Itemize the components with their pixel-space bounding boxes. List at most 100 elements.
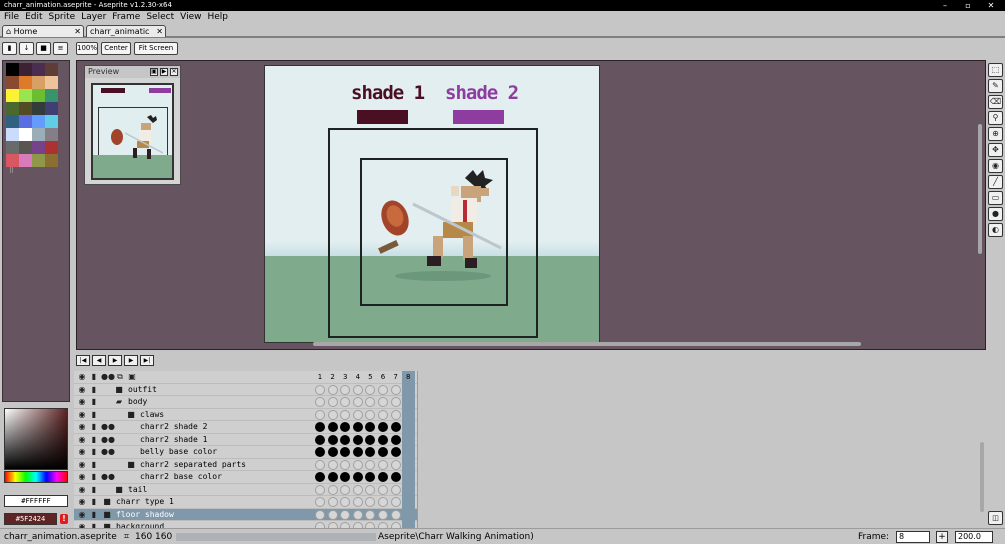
play-icon[interactable]: ▶ bbox=[108, 355, 122, 366]
cel[interactable] bbox=[352, 497, 363, 507]
folder-icon[interactable]: ■ bbox=[114, 485, 124, 495]
cel[interactable] bbox=[340, 397, 351, 407]
cel[interactable] bbox=[340, 384, 351, 395]
layer-row[interactable]: ◉ ▮ ●● belly base color bbox=[74, 446, 417, 459]
cel[interactable] bbox=[365, 422, 376, 432]
cel[interactable] bbox=[365, 447, 376, 457]
continuous-icon[interactable]: ●● bbox=[101, 435, 115, 445]
frame-number[interactable]: 3 bbox=[339, 371, 351, 383]
folder-icon[interactable]: ■ bbox=[114, 385, 124, 395]
minimize-button[interactable]: – bbox=[934, 0, 956, 11]
cel[interactable] bbox=[315, 472, 325, 482]
palette-swatch[interactable] bbox=[19, 102, 32, 115]
eye-icon[interactable]: ◉ bbox=[77, 460, 87, 470]
layer-row[interactable]: ◉ ▮ ■ tail bbox=[74, 483, 417, 496]
palette-swatch[interactable] bbox=[6, 115, 19, 128]
vertical-scrollbar[interactable] bbox=[978, 124, 982, 254]
cel[interactable] bbox=[327, 472, 338, 482]
padlock-icon[interactable]: ▮ bbox=[89, 422, 99, 432]
palette-swatch[interactable] bbox=[45, 154, 58, 167]
frame-number[interactable]: 7 bbox=[390, 371, 402, 383]
maximize-button[interactable]: ▫ bbox=[957, 0, 979, 11]
continuous-icon[interactable]: ●● bbox=[101, 422, 115, 432]
padlock-icon[interactable]: ▮ bbox=[89, 472, 99, 482]
padlock-icon[interactable]: ▮ bbox=[89, 497, 99, 507]
continuous-icon[interactable]: ●● bbox=[101, 447, 115, 457]
palette-swatch[interactable] bbox=[32, 63, 45, 76]
palette-swatch[interactable] bbox=[19, 115, 32, 128]
cel[interactable] bbox=[352, 447, 363, 457]
padlock-icon[interactable]: ▮ bbox=[89, 447, 99, 457]
layer-row[interactable]: ◉ ▮ ●● charr2 shade 1 bbox=[74, 433, 417, 446]
cel[interactable] bbox=[340, 472, 351, 482]
cel[interactable] bbox=[352, 409, 363, 420]
sprite-editor[interactable]: shade 1 shade 2 bbox=[76, 60, 986, 350]
cel[interactable] bbox=[390, 509, 401, 520]
palette-swatch[interactable] bbox=[32, 76, 45, 89]
palette-swatch[interactable] bbox=[45, 102, 58, 115]
cel[interactable] bbox=[315, 459, 325, 470]
play-icon[interactable]: ▶ bbox=[160, 68, 168, 76]
cel[interactable] bbox=[327, 397, 338, 407]
menu-help[interactable]: Help bbox=[206, 11, 233, 24]
cel[interactable] bbox=[390, 384, 401, 395]
menu-layer[interactable]: Layer bbox=[80, 11, 111, 24]
cel[interactable] bbox=[378, 484, 388, 495]
folder-icon[interactable]: ■ bbox=[126, 460, 136, 470]
palette-swatch[interactable] bbox=[45, 141, 58, 154]
cel[interactable] bbox=[315, 384, 325, 395]
close-icon[interactable]: ✕ bbox=[170, 68, 178, 76]
cel[interactable] bbox=[378, 384, 388, 395]
cel[interactable] bbox=[365, 484, 376, 495]
cel[interactable] bbox=[378, 497, 388, 507]
layer-row[interactable]: ◉ ▮ ■ charr2 separated parts bbox=[74, 458, 417, 471]
cel[interactable] bbox=[352, 434, 363, 445]
sprite-canvas[interactable]: shade 1 shade 2 bbox=[264, 65, 600, 343]
palette-swatch[interactable] bbox=[6, 89, 19, 102]
last-frame-icon[interactable]: ▶| bbox=[140, 355, 154, 366]
cel[interactable] bbox=[390, 497, 401, 507]
zoom-icon[interactable]: ⊕ bbox=[988, 127, 1003, 141]
palette-swatch[interactable] bbox=[32, 128, 45, 141]
frame-input[interactable]: 8 bbox=[896, 531, 930, 543]
cel[interactable] bbox=[327, 447, 338, 457]
cel[interactable] bbox=[390, 447, 401, 457]
eye-icon[interactable]: ◉ bbox=[77, 385, 87, 395]
folder-icon[interactable]: ■ bbox=[102, 497, 112, 507]
palette-swatch[interactable] bbox=[6, 76, 19, 89]
cel[interactable] bbox=[340, 497, 351, 507]
frame-number[interactable]: 4 bbox=[352, 371, 364, 383]
cel[interactable] bbox=[378, 447, 388, 457]
palette-swatch[interactable] bbox=[32, 115, 45, 128]
layer-row[interactable]: ◉ ▮ ■ claws bbox=[74, 408, 417, 421]
cel[interactable] bbox=[327, 497, 338, 507]
eye-icon[interactable]: ◉ bbox=[77, 510, 87, 520]
padlock-icon[interactable]: ▮ bbox=[89, 485, 99, 495]
menu-select[interactable]: Select bbox=[145, 11, 179, 24]
cel[interactable] bbox=[340, 509, 351, 520]
cel[interactable] bbox=[365, 434, 376, 445]
eraser-icon[interactable]: ⌫ bbox=[988, 95, 1003, 109]
cel[interactable] bbox=[352, 384, 363, 395]
palette-swatch[interactable] bbox=[6, 63, 19, 76]
frames-icon[interactable]: ▣ bbox=[127, 372, 137, 382]
palette-swatch[interactable] bbox=[32, 102, 45, 115]
palette-swatch[interactable] bbox=[19, 128, 32, 141]
cel[interactable] bbox=[340, 409, 351, 420]
padlock-icon[interactable]: ▮ bbox=[89, 410, 99, 420]
folder-icon[interactable]: ■ bbox=[102, 510, 112, 520]
palette-swatch[interactable] bbox=[19, 76, 32, 89]
zoom-input[interactable]: 200.0 bbox=[955, 531, 993, 543]
bucket-icon[interactable]: ◉ bbox=[988, 159, 1003, 173]
cel[interactable] bbox=[327, 459, 338, 470]
cel[interactable] bbox=[352, 422, 363, 432]
layer-row[interactable]: ◉ ▮ ▰ body bbox=[74, 396, 417, 409]
cel[interactable] bbox=[352, 472, 363, 482]
continuous-icon[interactable]: ●● bbox=[101, 472, 115, 482]
cel[interactable] bbox=[327, 484, 338, 495]
cel[interactable] bbox=[365, 459, 376, 470]
palette-swatch[interactable] bbox=[45, 115, 58, 128]
cel[interactable] bbox=[340, 422, 351, 432]
close-tab-icon[interactable]: ✕ bbox=[156, 26, 163, 37]
center-button[interactable]: Center bbox=[101, 42, 131, 55]
